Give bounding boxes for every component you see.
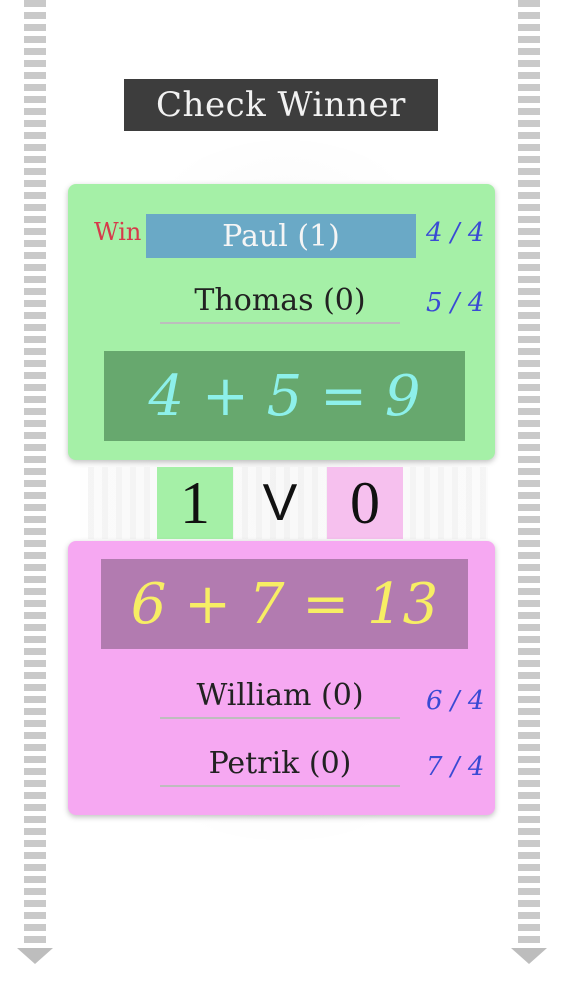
versus-label: V <box>262 474 298 532</box>
team-b-card: 6 + 7 = 13 William (0) 6 / 4 Petrik (0) … <box>68 541 495 815</box>
team-a-sum: 4 + 5 = 9 <box>104 351 465 441</box>
player-petrik[interactable]: Petrik (0) <box>160 741 400 787</box>
chevron-down-icon[interactable] <box>511 948 547 964</box>
chevron-down-icon[interactable] <box>17 948 53 964</box>
win-label: Win <box>94 218 142 246</box>
team-b-sum: 6 + 7 = 13 <box>101 559 468 649</box>
team-a-card: Win Paul (1) 4 / 4 Thomas (0) 5 / 4 4 + … <box>68 184 495 460</box>
player-ratio: 5 / 4 <box>426 288 485 318</box>
player-thomas[interactable]: Thomas (0) <box>160 278 400 324</box>
left-scroll-rail[interactable] <box>24 0 46 945</box>
player-ratio: 7 / 4 <box>426 752 485 782</box>
player-william[interactable]: William (0) <box>160 673 400 719</box>
team-a-score: 1 <box>157 467 233 539</box>
player-paul[interactable]: Paul (1) <box>146 214 416 258</box>
right-scroll-rail[interactable] <box>518 0 540 945</box>
check-winner-button[interactable]: Check Winner <box>124 79 438 131</box>
player-ratio: 6 / 4 <box>426 686 485 716</box>
player-ratio: 4 / 4 <box>426 218 485 248</box>
team-b-score: 0 <box>327 467 403 539</box>
